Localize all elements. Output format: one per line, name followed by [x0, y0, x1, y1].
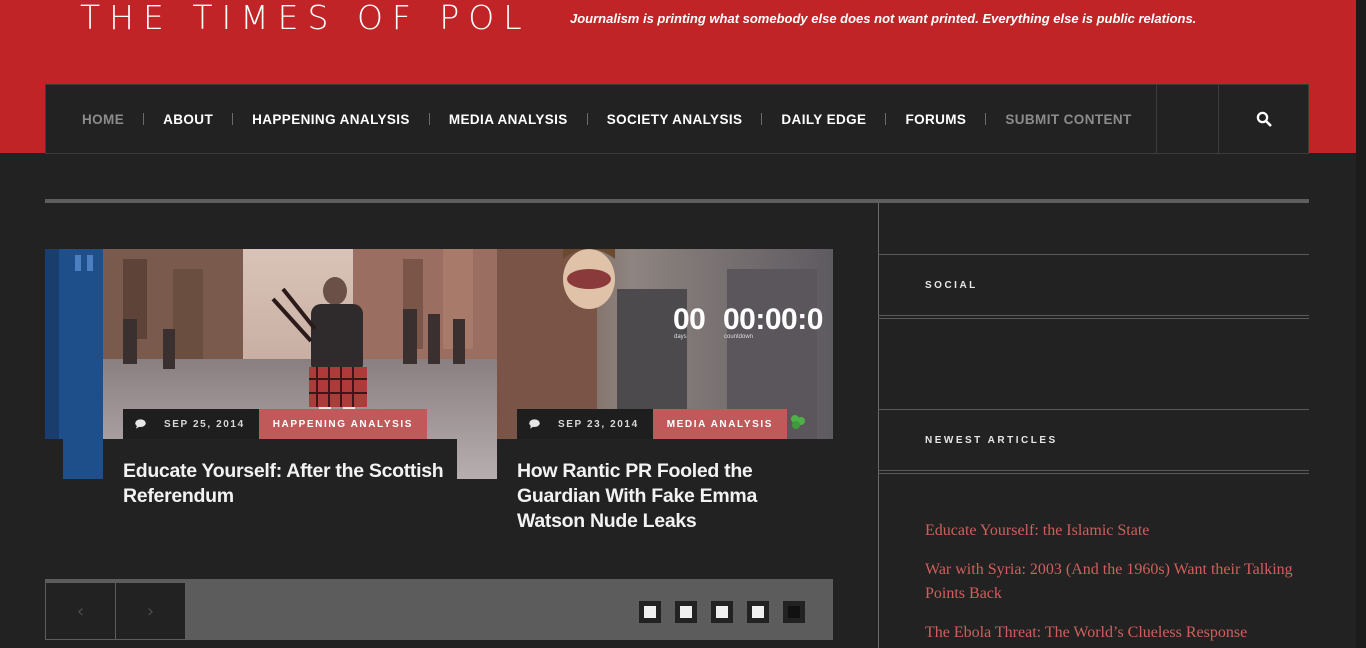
sidebar-divider — [878, 203, 879, 648]
nav-item-media-analysis[interactable]: MEDIA ANALYSIS — [449, 112, 568, 127]
clover-icon — [791, 415, 805, 429]
slide-category-badge[interactable]: MEDIA ANALYSIS — [652, 409, 788, 439]
countdown-days: 00 — [673, 303, 706, 336]
sidebar-heading-newest-articles: NEWEST ARTICLES — [925, 435, 1058, 446]
nav-divider — [586, 113, 588, 125]
site-tagline: Journalism is printing what somebody els… — [570, 11, 1197, 26]
sidebar-heading-social: SOCIAL — [925, 280, 978, 291]
nav-item-happening-analysis[interactable]: HAPPENING ANALYSIS — [252, 112, 410, 127]
content-top-rule — [45, 199, 1309, 203]
nav-item-daily-edge[interactable]: DAILY EDGE — [781, 112, 866, 127]
slide-category-badge[interactable]: HAPPENING ANALYSIS — [258, 409, 428, 439]
article-link[interactable]: Educate Yourself: the Islamic State — [925, 519, 1295, 543]
nav-divider — [143, 113, 145, 125]
slider-dot[interactable] — [747, 601, 769, 623]
nav-divider — [232, 113, 234, 125]
search-button[interactable] — [1218, 85, 1308, 153]
comment-icon[interactable] — [517, 409, 552, 439]
main-navigation: HOME ABOUT HAPPENING ANALYSIS MEDIA ANAL… — [45, 84, 1309, 154]
countdown-days-label: days — [674, 334, 687, 340]
slide-item: SEP 25, 2014 HAPPENING ANALYSIS Educate … — [45, 249, 497, 579]
article-link[interactable]: War with Syria: 2003 (And the 1960s) Wan… — [925, 558, 1295, 606]
slider-dot[interactable] — [675, 601, 697, 623]
nav-item-society-analysis[interactable]: SOCIETY ANALYSIS — [607, 112, 743, 127]
nav-item-about[interactable]: ABOUT — [163, 112, 213, 127]
chevron-right-icon: › — [146, 600, 155, 622]
slide-meta: SEP 23, 2014 MEDIA ANALYSIS — [517, 409, 788, 439]
slider-dot-active[interactable] — [783, 601, 805, 623]
slide-item: 00 00:00:0 days countdown SEP 23, 2014 M… — [497, 249, 833, 579]
countdown-time: 00:00:0 — [723, 303, 823, 336]
slider-next-button[interactable]: › — [116, 583, 185, 639]
page-scrollbar-track[interactable] — [1356, 0, 1366, 648]
slide-title[interactable]: Educate Yourself: After the Scottish Ref… — [123, 459, 453, 509]
nav-divider — [885, 113, 887, 125]
sidebar-rule — [878, 409, 1309, 410]
slide-meta: SEP 25, 2014 HAPPENING ANALYSIS — [123, 409, 428, 439]
slider-dot[interactable] — [639, 601, 661, 623]
slider-dot[interactable] — [711, 601, 733, 623]
article-link[interactable]: The Ebola Threat: The World’s Clueless R… — [925, 621, 1295, 645]
nav-item-home[interactable]: HOME — [82, 112, 124, 127]
slider-prev-button[interactable]: ‹ — [46, 583, 115, 639]
slider-pagination — [639, 601, 805, 623]
sidebar-rule — [878, 470, 1309, 471]
nav-divider — [428, 113, 430, 125]
search-icon — [1256, 111, 1271, 127]
slide-date: SEP 25, 2014 — [158, 409, 259, 439]
sidebar-rule — [878, 318, 1309, 319]
nav-extra-box — [1156, 85, 1218, 153]
sidebar-rule — [878, 254, 1309, 255]
sidebar-rule — [878, 473, 1309, 474]
nav-item-submit-content[interactable]: SUBMIT CONTENT — [1005, 112, 1131, 127]
countdown-label: countdown — [724, 334, 754, 340]
comment-icon[interactable] — [123, 409, 158, 439]
newest-articles-list: Educate Yourself: the Islamic State War … — [925, 519, 1295, 648]
sidebar-rule — [878, 315, 1309, 316]
slide-title[interactable]: How Rantic PR Fooled the Guardian With F… — [517, 459, 817, 534]
site-title[interactable]: THE TIMES OF POL — [80, 0, 531, 37]
nav-divider — [985, 113, 987, 125]
slider-controls: ‹ › — [45, 579, 833, 640]
chevron-left-icon: ‹ — [76, 600, 85, 622]
nav-item-forums[interactable]: FORUMS — [905, 112, 966, 127]
slide-edge-image — [45, 249, 103, 479]
slide-date: SEP 23, 2014 — [552, 409, 653, 439]
featured-slider: SEP 25, 2014 HAPPENING ANALYSIS Educate … — [45, 249, 833, 579]
nav-divider — [761, 113, 763, 125]
